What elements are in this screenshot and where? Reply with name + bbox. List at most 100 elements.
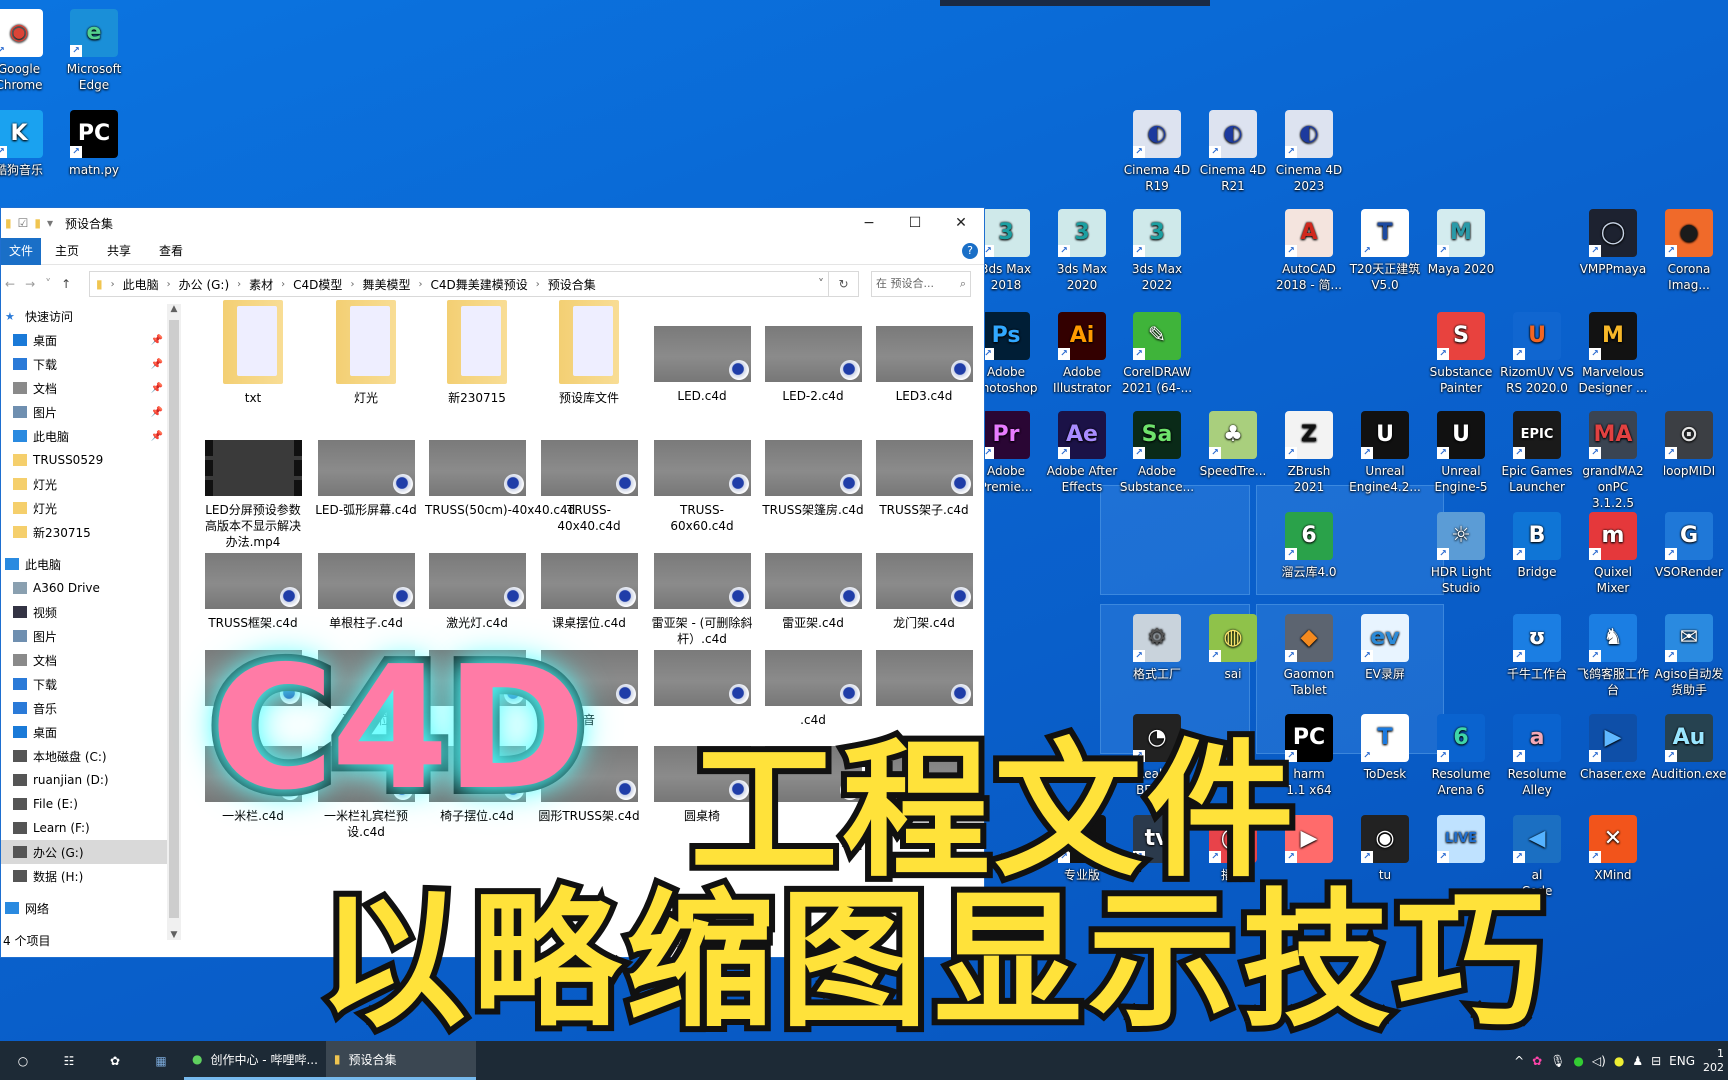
new-folder-icon[interactable]: ▮ (34, 216, 41, 230)
forward-arrow-icon[interactable]: → (25, 277, 35, 291)
task-view-icon[interactable]: ☷ (46, 1041, 92, 1080)
maximize-button[interactable]: ☐ (892, 208, 938, 238)
desktop-shortcut-xmind[interactable]: ✕ ↗ XMind (1575, 815, 1651, 883)
pin-icon[interactable]: 📌 (151, 431, 163, 442)
back-arrow-icon[interactable]: ← (5, 277, 15, 291)
breadcrumb-item[interactable]: 预设合集 (548, 276, 596, 293)
desktop-shortcut-epic-games-launcher[interactable]: EPIC ↗ Epic Games Launcher (1499, 411, 1575, 495)
breadcrumb-separator-icon[interactable]: › (418, 279, 422, 290)
nav-item[interactable]: 数据 (H:) (1, 864, 167, 888)
nav-item[interactable]: TRUSS0529 (1, 448, 167, 472)
volume-icon[interactable]: ◁) (1592, 1054, 1606, 1068)
nav-item[interactable]: 桌面 (1, 720, 167, 744)
desktop-shortcut-microsoft-edge[interactable]: e ↗ Microsoft Edge (56, 9, 132, 93)
scroll-down-icon[interactable]: ▼ (167, 930, 181, 940)
breadcrumb-item[interactable]: 舞美模型 (362, 276, 410, 293)
breadcrumb-item[interactable]: 办公 (G:) (179, 276, 230, 293)
nav-item[interactable]: 图片 (1, 624, 167, 648)
tab-view[interactable]: 查看 (145, 238, 197, 265)
nav-item[interactable]: A360 Drive (1, 576, 167, 600)
recent-dropdown-icon[interactable]: ˅ (45, 277, 51, 291)
desktop-shortcut-app-36[interactable]: ⚙ ↗ 格式工厂 (1119, 614, 1195, 682)
nav-item[interactable]: File (E:) (1, 792, 167, 816)
properties-icon[interactable]: ☑ (18, 216, 29, 230)
file-item[interactable]: TRUSS-40x40.c4d (537, 440, 641, 534)
desktop-shortcut-matn-py[interactable]: PC ↗ matn.py (56, 110, 132, 178)
breadcrumb-item[interactable]: 此电脑 (123, 276, 159, 293)
desktop-shortcut-app-2[interactable]: K ↗ 酷狗音乐 (0, 110, 57, 178)
nav-item[interactable]: 视频 (1, 600, 167, 624)
nav-item[interactable]: 下载 (1, 672, 167, 696)
file-item[interactable]: LED3.c4d (872, 326, 976, 404)
desktop-shortcut-cinema-4d-r19[interactable]: ◐ ↗ Cinema 4D R19 (1119, 110, 1195, 194)
nav-item[interactable]: ruanjian (D:) (1, 768, 167, 792)
nav-item[interactable]: 音乐 (1, 696, 167, 720)
file-item[interactable]: 龙门架.c4d (872, 553, 976, 631)
network-icon[interactable]: ⊟ (1651, 1054, 1661, 1068)
refresh-icon[interactable]: ↻ (828, 272, 858, 296)
title-bar[interactable]: ▮ ☑ ▮ ▾ 预设合集 − ☐ ✕ (1, 208, 984, 238)
breadcrumb-separator-icon[interactable]: › (350, 279, 354, 290)
file-item[interactable]: 雷亚架.c4d (761, 553, 865, 631)
desktop-shortcut-vmppmaya[interactable]: ◯ ↗ VMPPmaya (1575, 209, 1651, 277)
desktop-shortcut-cinema-4d-r21[interactable]: ◐ ↗ Cinema 4D R21 (1195, 110, 1271, 194)
flower-app-icon[interactable]: ✿ (1532, 1054, 1542, 1068)
breadcrumb-separator-icon[interactable]: › (536, 279, 540, 290)
desktop-shortcut-grandma2-onpc-3-1-2-5[interactable]: MA ↗ grandMA2 onPC 3.1.2.5 (1575, 411, 1651, 511)
desktop-shortcut-t20-v5-0[interactable]: T ↗ T20天正建筑 V5.0 (1347, 209, 1423, 293)
desktop-shortcut-adobe-substance[interactable]: Sa ↗ Adobe Substance... (1119, 411, 1195, 495)
file-item[interactable]: LED.c4d (650, 326, 754, 404)
help-icon[interactable]: ? (962, 243, 978, 259)
file-item[interactable]: TRUSS(50cm)-40x40.c4d (425, 440, 575, 518)
file-item[interactable]: TRUSS架子.c4d (872, 440, 976, 518)
desktop-shortcut-speedtre[interactable]: ♣ ↗ SpeedTre... (1195, 411, 1271, 479)
input-language[interactable]: ENG (1669, 1054, 1695, 1068)
file-item[interactable]: 激光灯.c4d (425, 553, 529, 631)
breadcrumb-separator-icon[interactable]: › (281, 279, 285, 290)
nav-item[interactable]: ★ 快速访问 (1, 304, 167, 328)
folder-item[interactable]: txt (201, 300, 305, 406)
desktop-shortcut-audition-exe[interactable]: Au ↗ Audition.exe (1651, 714, 1727, 782)
desktop-shortcut-quixel-mixer[interactable]: m ↗ Quixel Mixer (1575, 512, 1651, 596)
tray-app-icon[interactable]: ● (1614, 1054, 1624, 1068)
wechat-icon[interactable]: ● (1573, 1054, 1583, 1068)
breadcrumb-separator-icon[interactable]: › (111, 279, 115, 290)
nav-item[interactable]: 新230715 (1, 520, 167, 544)
desktop-shortcut-sai[interactable]: ◍ ↗ sai (1195, 614, 1271, 682)
folder-item[interactable]: 预设库文件 (537, 300, 641, 406)
nav-item[interactable]: Learn (F:) (1, 816, 167, 840)
tab-file[interactable]: 文件 (1, 237, 42, 265)
nav-item[interactable]: 此电脑 (1, 552, 167, 576)
desktop-shortcut-corona-imag[interactable]: ● ↗ Corona Imag... (1651, 209, 1727, 293)
search-input[interactable]: 在 预设合... ⌕ (871, 271, 971, 297)
pin-icon[interactable]: 📌 (151, 407, 163, 418)
desktop-shortcut-adobe-after-effects[interactable]: Ae ↗ Adobe After Effects (1044, 411, 1120, 495)
file-item[interactable]: TRUSS框架.c4d (201, 553, 305, 631)
breadcrumb-item[interactable]: 素材 (249, 276, 273, 293)
qq-icon[interactable]: ♟ (1632, 1054, 1643, 1068)
nav-item[interactable]: 下载 📌 (1, 352, 167, 376)
show-hidden-icons-button[interactable]: ^ (1514, 1054, 1524, 1068)
nav-scrollbar[interactable]: ▲ ▼ (167, 304, 181, 940)
desktop-shortcut-resolume-arena-6[interactable]: 6 ↗ Resolume Arena 6 (1423, 714, 1499, 798)
nav-item[interactable]: 网络 (1, 896, 167, 920)
desktop-shortcut-todesk[interactable]: T ↗ ToDesk (1347, 714, 1423, 782)
breadcrumb-separator-icon[interactable]: › (237, 279, 241, 290)
desktop-shortcut-gaomon-tablet[interactable]: ◆ ↗ Gaomon Tablet (1271, 614, 1347, 698)
folder-item[interactable]: 新230715 (425, 300, 529, 406)
desktop-shortcut-marvelous-designer[interactable]: M ↗ Marvelous Designer ... (1575, 312, 1651, 396)
up-arrow-icon[interactable]: ↑ (61, 277, 71, 291)
desktop-shortcut-bridge[interactable]: B ↗ Bridge (1499, 512, 1575, 580)
desktop-shortcut-coreldraw-2021-64[interactable]: ✎ ↗ CorelDRAW 2021 (64-... (1119, 312, 1195, 396)
folder-item[interactable]: 灯光 (314, 300, 418, 406)
customize-dropdown-icon[interactable]: ▾ (47, 216, 53, 230)
desktop-shortcut-4-0[interactable]: 6 ↗ 溜云库4.0 (1271, 512, 1347, 580)
desktop-shortcut-agiso[interactable]: ✉ ↗ Agiso自动发 货助手 (1651, 614, 1727, 698)
calculator-icon[interactable]: ▦ (138, 1041, 184, 1080)
pin-icon[interactable]: 📌 (151, 359, 163, 370)
file-item[interactable]: 课桌摆位.c4d (537, 553, 641, 631)
desktop-shortcut-resolume-alley[interactable]: a ↗ Resolume Alley (1499, 714, 1575, 798)
minimize-button[interactable]: − (846, 208, 892, 238)
desktop-shortcut-cinema-4d-2023[interactable]: ◐ ↗ Cinema 4D 2023 (1271, 110, 1347, 194)
nav-item[interactable]: 本地磁盘 (C:) (1, 744, 167, 768)
